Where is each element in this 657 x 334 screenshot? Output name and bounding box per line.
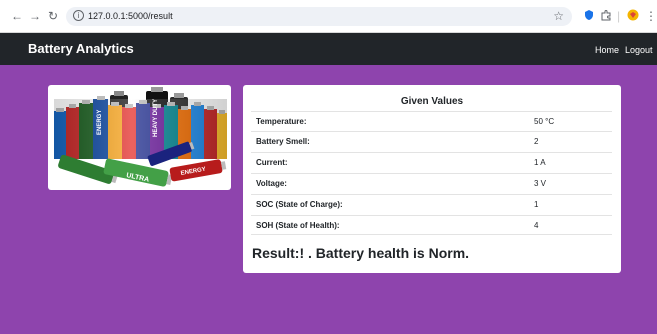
given-values-card: Given Values Temperature: 50 °C Battery …: [243, 85, 621, 273]
toolbar-divider: |: [617, 9, 621, 23]
batteries-image: ENERGY HEAVY DUTY ULTRA ENERGY: [48, 85, 231, 190]
row-value: 1: [534, 200, 539, 209]
browser-toolbar: ← → ↻ i 127.0.0.1:5000/result ☆ | ⋮: [0, 0, 657, 33]
row-value: 3 V: [534, 179, 547, 188]
brand-title[interactable]: Battery Analytics: [28, 41, 134, 57]
main-content: ENERGY HEAVY DUTY ULTRA ENERGY Given Val…: [0, 65, 657, 334]
back-icon[interactable]: ←: [10, 9, 24, 23]
row-label: Temperature:: [256, 117, 307, 126]
extensions-puzzle-icon[interactable]: [600, 9, 612, 24]
table-row: Voltage: 3 V: [251, 173, 612, 193]
address-url[interactable]: 127.0.0.1:5000/result: [88, 10, 173, 22]
nav-logout-link[interactable]: Logout: [625, 44, 653, 56]
row-label: SOC (State of Charge):: [256, 200, 343, 209]
nav-home-link[interactable]: Home: [595, 44, 619, 56]
row-value: 4: [534, 221, 539, 230]
row-value: 50 °C: [534, 117, 555, 126]
extension-shield-icon[interactable]: [583, 9, 595, 24]
row-value: 2: [534, 137, 539, 146]
site-info-icon[interactable]: i: [73, 10, 84, 21]
given-values-title: Given Values: [400, 96, 464, 107]
reload-icon[interactable]: ↻: [46, 9, 60, 23]
table-row: SOH (State of Health): 4: [251, 215, 612, 235]
battery-label: HEAVY DUTY: [153, 99, 159, 137]
result-text: Result:! . Battery health is Norm.: [252, 245, 470, 261]
battery-label: ENERGY: [97, 110, 103, 135]
address-bar[interactable]: i 127.0.0.1:5000/result ☆: [66, 7, 572, 26]
row-label: Current:: [256, 158, 288, 167]
table-row: Temperature: 50 °C: [251, 111, 612, 131]
row-label: Voltage:: [256, 179, 287, 188]
row-label: Battery Smell:: [256, 137, 310, 146]
app-navbar: Battery Analytics Home Logout: [0, 33, 657, 65]
table-row: Battery Smell: 2: [251, 131, 612, 151]
bookmark-star-icon[interactable]: ☆: [553, 9, 564, 23]
row-label: SOH (State of Health):: [256, 221, 340, 230]
row-value: 1 A: [534, 158, 546, 167]
forward-icon[interactable]: →: [28, 9, 42, 23]
browser-menu-icon[interactable]: ⋮: [645, 9, 657, 23]
table-row: Current: 1 A: [251, 152, 612, 172]
profile-avatar-icon[interactable]: [627, 9, 639, 24]
table-row: SOC (State of Charge): 1: [251, 194, 612, 214]
